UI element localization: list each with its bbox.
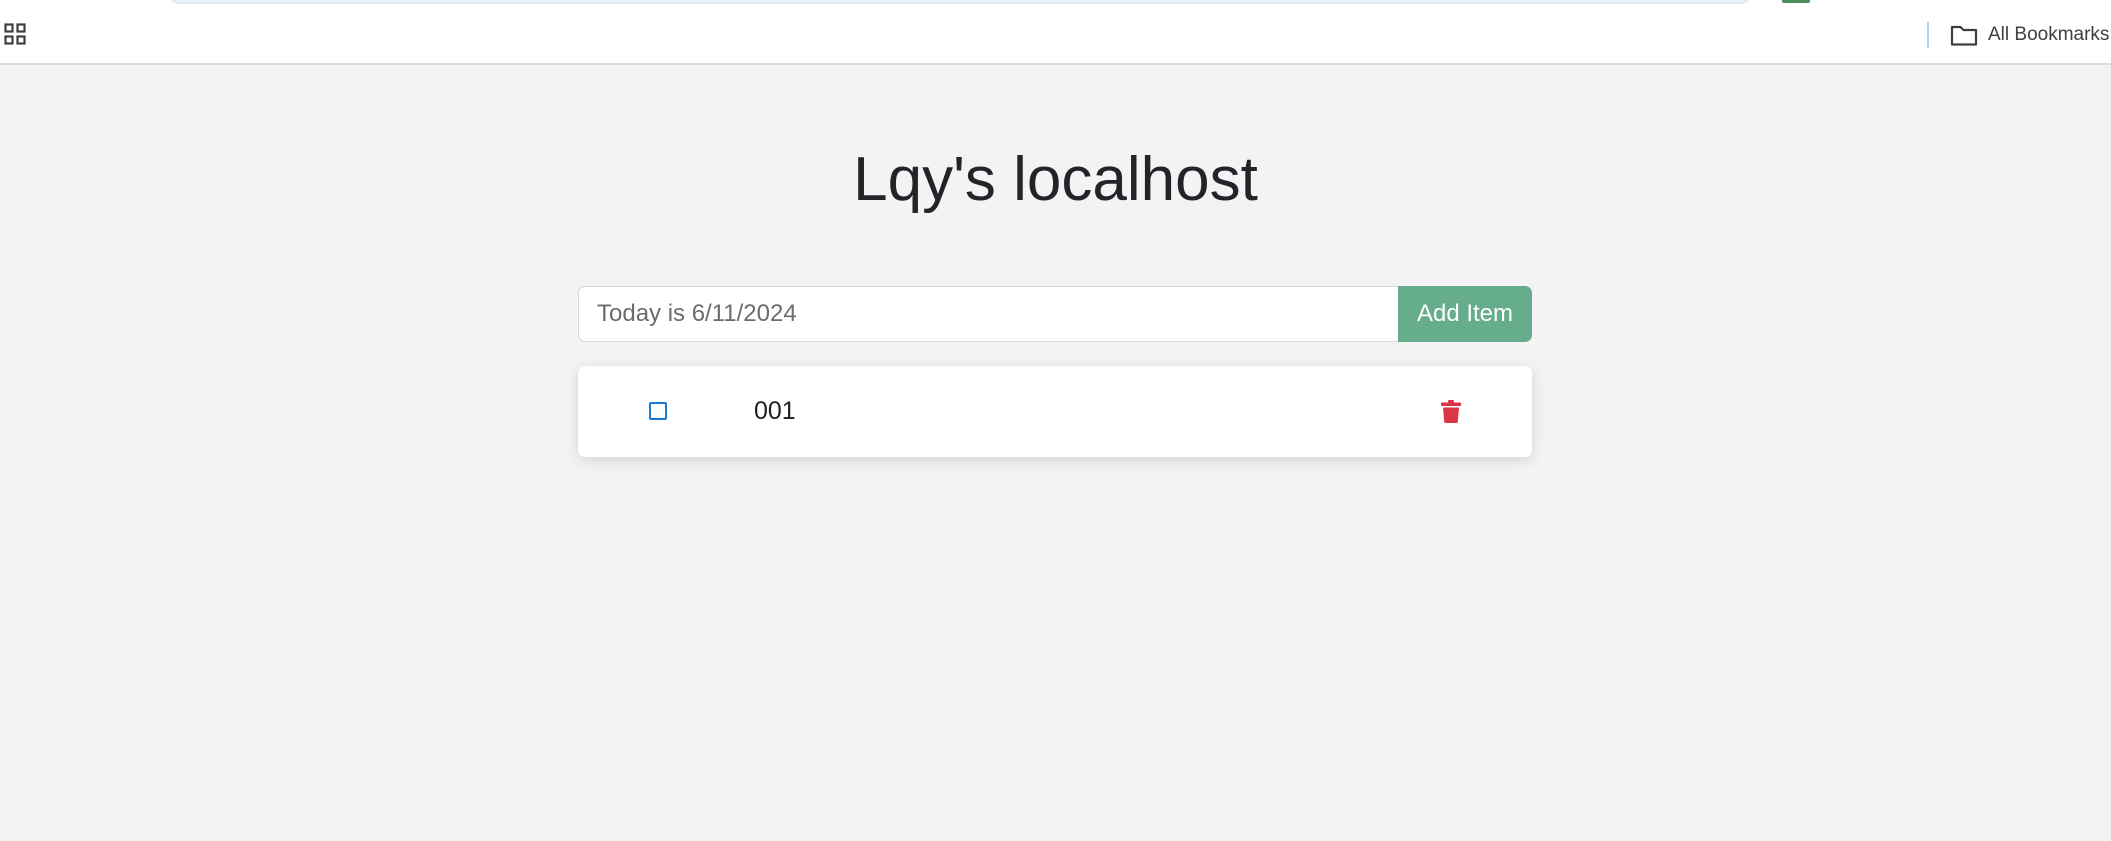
new-item-input[interactable] [578, 286, 1398, 342]
bookmarks-bar: All Bookmarks [0, 0, 2111, 65]
address-bar-edge[interactable] [168, 0, 1752, 4]
all-bookmarks-label: All Bookmarks [1988, 24, 2110, 45]
todo-checkbox-empty-square-icon[interactable] [649, 402, 667, 420]
add-item-form: Add Item [578, 286, 1532, 342]
todo-item-text: 001 [754, 397, 796, 425]
folder-icon [1950, 25, 1978, 46]
all-bookmarks-button[interactable]: All Bookmarks [1950, 20, 2109, 50]
bookmarks-divider [1927, 22, 1929, 48]
trash-icon[interactable] [1441, 400, 1461, 423]
extension-icon[interactable] [1782, 0, 1810, 3]
todo-item [578, 366, 1532, 457]
add-item-button[interactable]: Add Item [1398, 286, 1532, 342]
page-title: Lqy's localhost [853, 145, 1258, 214]
apps-grid-icon[interactable] [4, 23, 26, 45]
